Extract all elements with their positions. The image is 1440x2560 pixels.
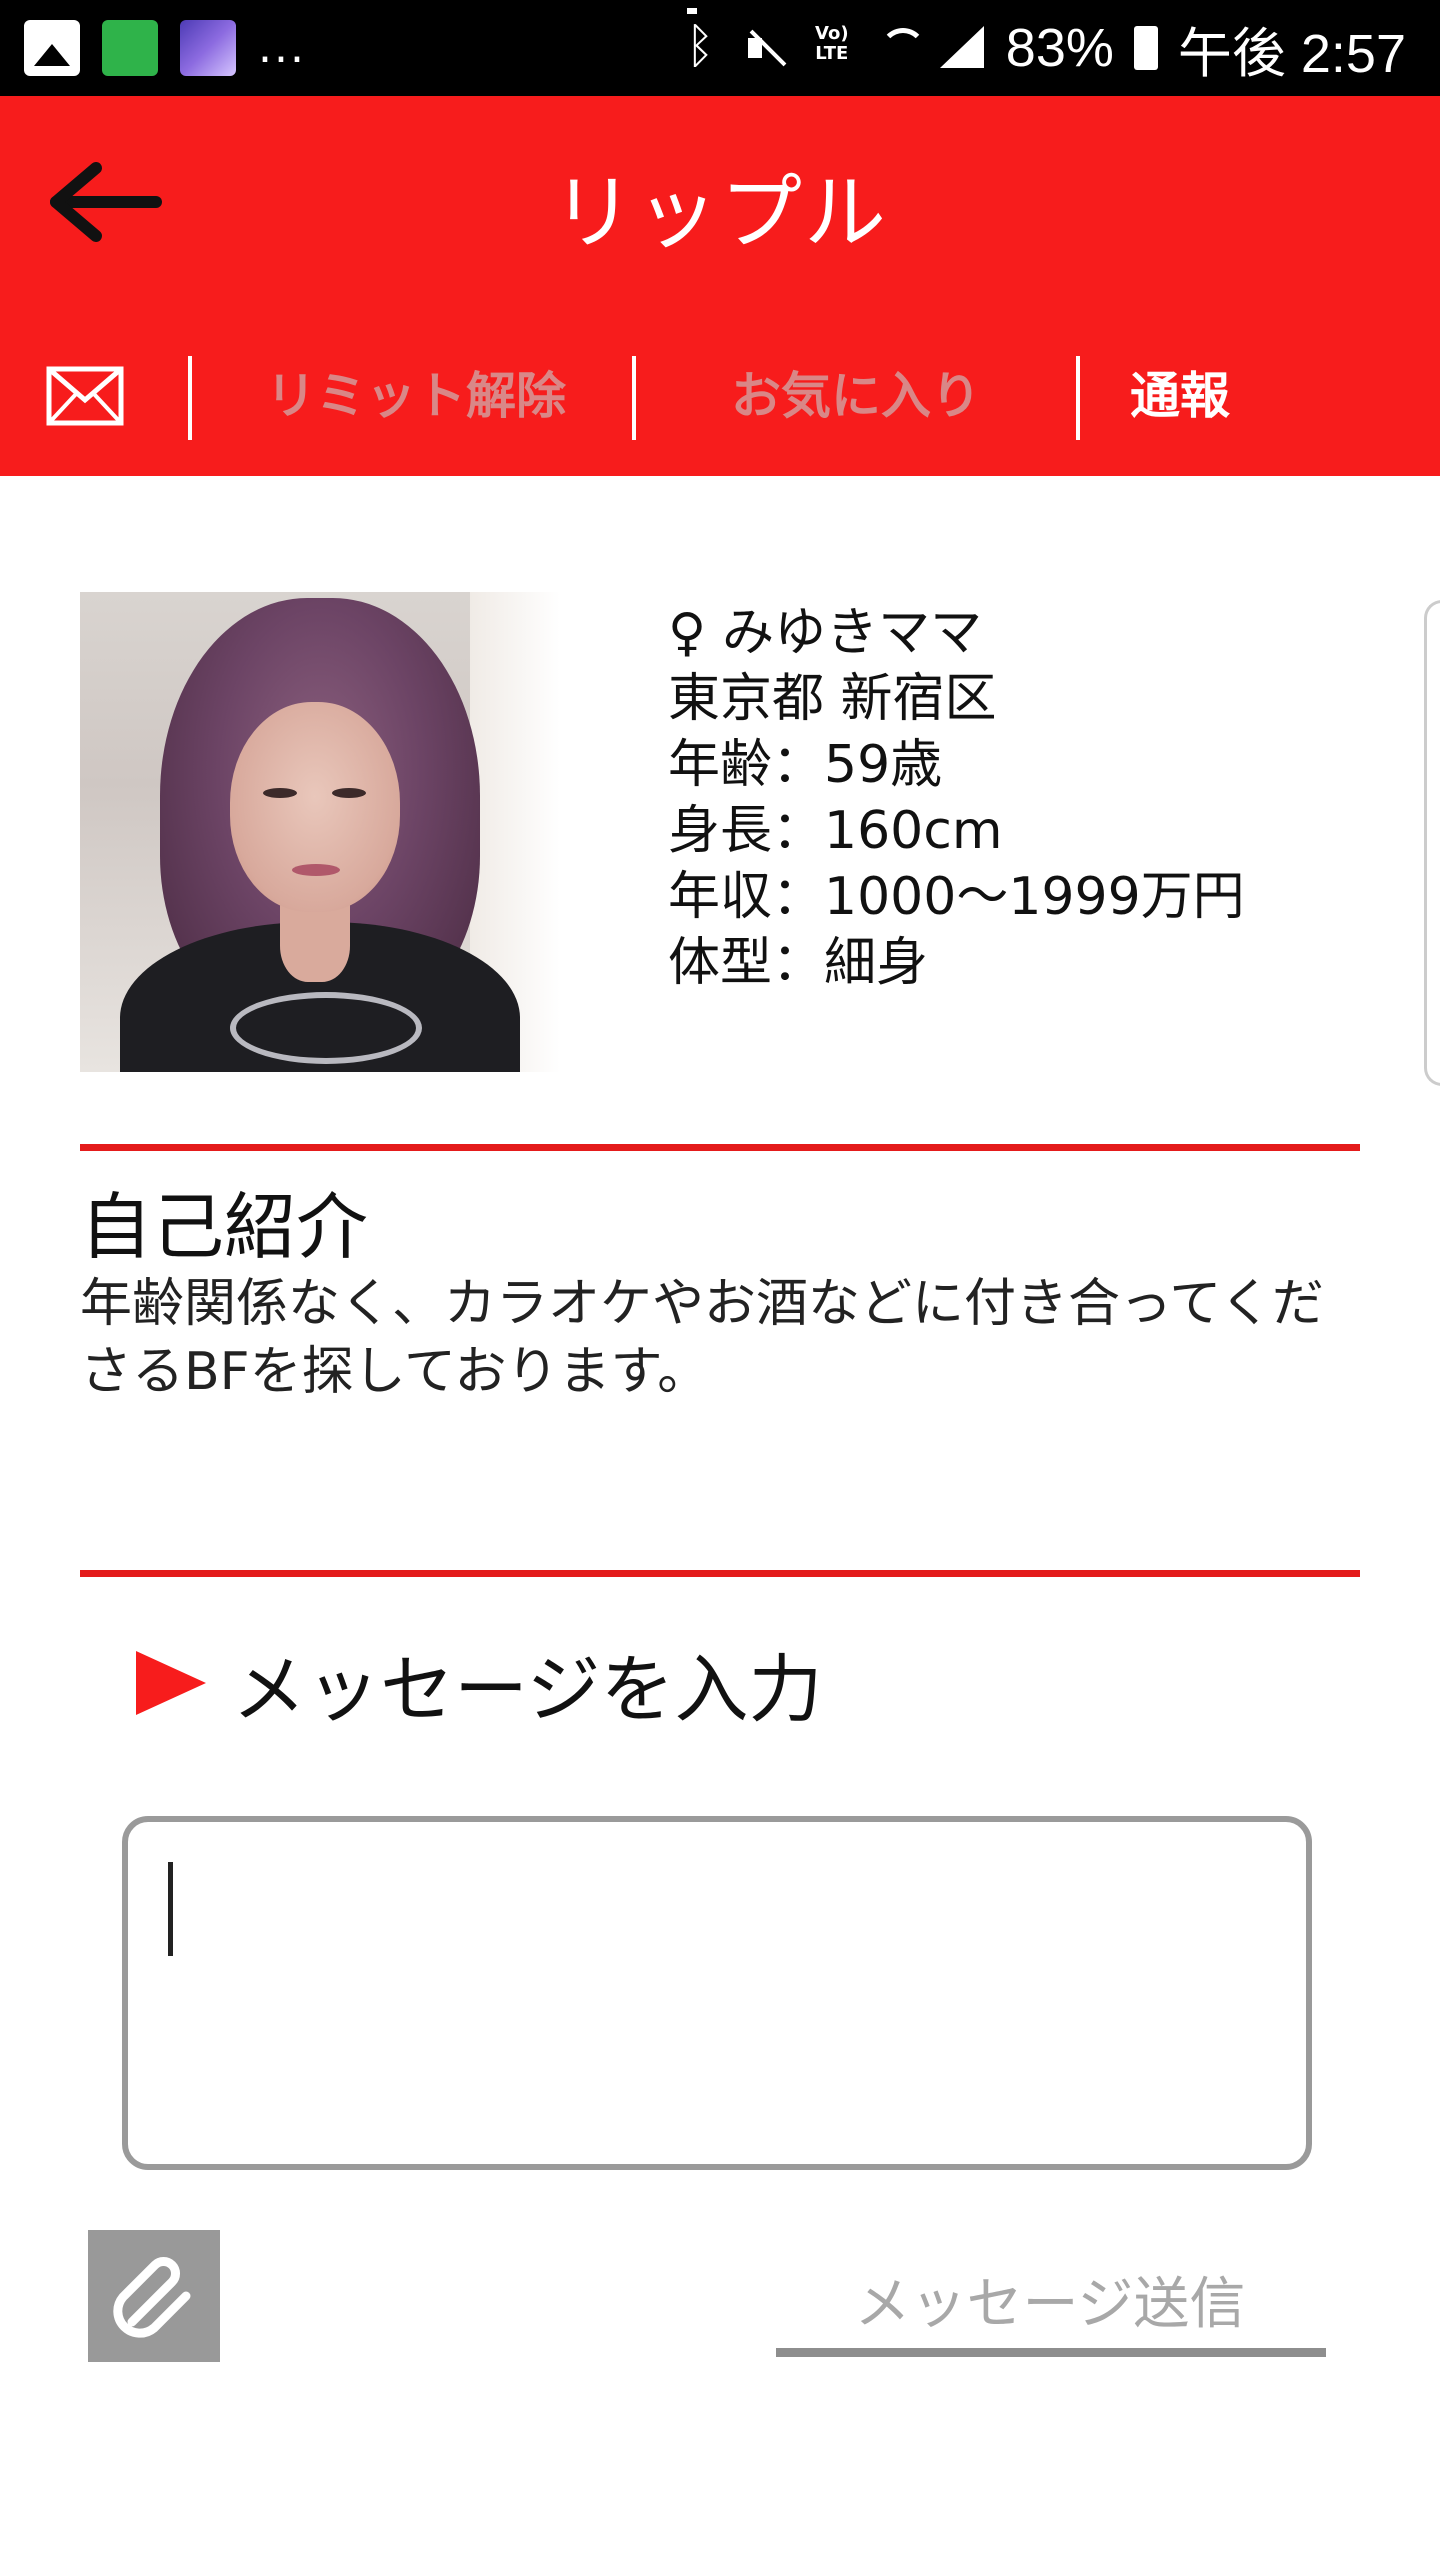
photo-pattern	[230, 992, 422, 1064]
send-message-button[interactable]: メッセージ送信	[776, 2250, 1324, 2360]
message-heading: メッセージを入力	[136, 1628, 823, 1738]
attach-button[interactable]	[88, 2230, 220, 2362]
profile-info: ♀ みゆきママ 東京都 新宿区 年齢：59歳 身長：160cm 年収：1000〜1…	[668, 600, 1368, 996]
screen: ... Vo) LTE 83% 午後 2:57 リップル	[0, 0, 1440, 2560]
message-input[interactable]	[122, 1816, 1312, 2170]
battery-icon	[1133, 26, 1158, 70]
intro-text: 年齢関係なく、カラオケやお酒などに付き合ってくださるBFを探しております。	[80, 1274, 1324, 1402]
profile-age: 年齢：59歳	[668, 735, 943, 795]
notification-icons: ...	[24, 18, 306, 78]
app-notification-icon	[102, 20, 158, 76]
section-divider	[80, 1144, 1360, 1151]
profile-body-type: 体型：細身	[668, 933, 929, 993]
profile-height: 身長：160cm	[668, 801, 1003, 861]
photo-eye	[263, 788, 297, 798]
app-notification-icon	[180, 20, 236, 76]
tab-limit-release[interactable]: リミット解除	[196, 360, 636, 432]
mail-button[interactable]	[46, 366, 124, 426]
profile-photo[interactable]	[80, 592, 560, 1072]
intro-heading: 自己紹介	[80, 1185, 369, 1269]
tab-report[interactable]: 通報	[1080, 360, 1280, 432]
triangle-right-icon	[136, 1651, 206, 1715]
wifi-icon	[876, 24, 926, 72]
section-divider	[80, 1570, 1360, 1577]
bluetooth-icon	[680, 18, 724, 74]
female-icon: ♀	[668, 603, 707, 663]
more-notifications: ...	[258, 22, 306, 73]
send-button-underline	[776, 2348, 1326, 2357]
status-bar: ... Vo) LTE 83% 午後 2:57	[0, 0, 1440, 96]
page-title: リップル	[551, 166, 888, 261]
profile-name-row: ♀ みゆきママ	[668, 600, 1368, 666]
gallery-notification-icon	[24, 20, 80, 76]
message-heading-label: メッセージを入力	[232, 1646, 823, 1733]
profile-income: 年収：1000〜1999万円	[668, 867, 1245, 927]
photo-face	[230, 702, 400, 912]
tab-divider	[188, 356, 192, 440]
clock: 午後 2:57	[1177, 23, 1406, 84]
photo-eye	[332, 788, 366, 798]
scroll-edge-indicator	[1424, 600, 1440, 1086]
system-icons: Vo) LTE 83% 午後 2:57	[680, 14, 1406, 84]
tab-favorite[interactable]: お気に入り	[636, 360, 1076, 432]
paperclip-icon	[113, 2257, 191, 2338]
text-cursor	[168, 1862, 173, 1956]
profile-location: 東京都 新宿区	[668, 669, 997, 729]
action-tab-bar: リミット解除 お気に入り 通報	[0, 346, 1440, 446]
signal-icon	[939, 24, 986, 72]
profile-name: みゆきママ	[722, 603, 983, 663]
mute-icon	[744, 24, 788, 72]
app-header: リップル リミット解除 お気に入り 通報	[0, 96, 1440, 476]
photo-lips	[292, 864, 340, 876]
battery-percent: 83%	[1005, 18, 1114, 78]
volte-icon: Vo) LTE	[815, 23, 849, 64]
envelope-icon	[46, 366, 124, 426]
